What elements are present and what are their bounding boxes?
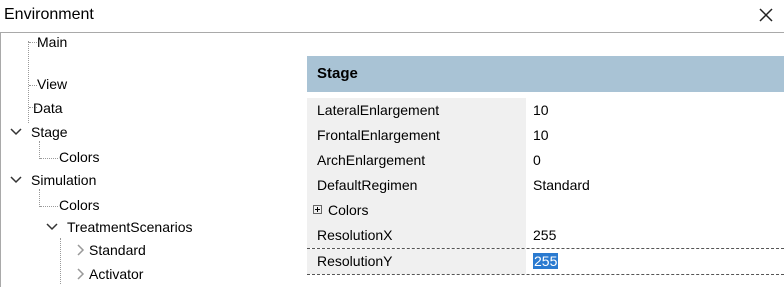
property-row[interactable]: FrontalEnlargement 10 — [307, 123, 784, 148]
expand-icon[interactable] — [313, 205, 322, 214]
tree-item-view[interactable]: View — [37, 76, 67, 92]
property-name: LateralEnlargement — [317, 102, 440, 118]
chevron-right-icon[interactable] — [73, 267, 87, 281]
close-icon[interactable] — [754, 3, 778, 27]
chevron-down-icon[interactable] — [9, 125, 23, 139]
chevron-down-icon[interactable] — [9, 173, 23, 187]
property-value[interactable]: 10 — [533, 102, 549, 118]
property-name: DefaultRegimen — [317, 177, 418, 193]
property-value-input[interactable]: 255 — [533, 253, 559, 269]
section-header: Stage — [307, 56, 784, 92]
property-name: ResolutionY — [317, 253, 393, 269]
property-row-colors[interactable]: Colors — [307, 198, 784, 223]
tree-connector — [40, 158, 58, 159]
tree-connector — [29, 85, 37, 86]
tree-item-stage[interactable]: Stage — [31, 124, 68, 140]
property-row[interactable]: LateralEnlargement 10 — [307, 98, 784, 123]
tree-item-activator[interactable]: Activator — [89, 266, 143, 282]
property-value[interactable]: 0 — [533, 152, 541, 168]
property-name: Colors — [328, 202, 369, 218]
property-row-selected[interactable]: ResolutionY 255 — [307, 249, 784, 275]
tree-item-data[interactable]: Data — [33, 100, 63, 116]
chevron-down-icon[interactable] — [45, 220, 59, 234]
title-bar: Environment — [0, 0, 784, 33]
tree-connector — [40, 206, 58, 207]
tree-connector — [28, 41, 29, 123]
tree-item-simulation-colors[interactable]: Colors — [59, 197, 99, 213]
property-row[interactable]: ArchEnlargement 0 — [307, 148, 784, 173]
section-title: Stage — [317, 65, 358, 82]
tree-item-simulation[interactable]: Simulation — [31, 172, 96, 188]
tree-item-treatment-scenarios[interactable]: TreatmentScenarios — [67, 219, 193, 235]
tree-connector — [60, 238, 61, 284]
property-row[interactable]: DefaultRegimen Standard — [307, 173, 784, 198]
property-name: ResolutionX — [317, 227, 393, 243]
tree-item-main[interactable]: Main — [37, 34, 67, 50]
tree-item-standard[interactable]: Standard — [89, 242, 146, 258]
property-name: ArchEnlargement — [317, 152, 426, 168]
tree-panel: Main View Data Stage Colors Simulation C… — [0, 33, 300, 287]
tree-connector — [39, 141, 40, 159]
tree-connector — [29, 42, 37, 43]
window-title: Environment — [4, 6, 94, 23]
property-row[interactable]: ResolutionX 255 — [307, 223, 784, 249]
tree-item-stage-colors[interactable]: Colors — [59, 149, 99, 165]
property-value[interactable]: 255 — [533, 227, 556, 243]
property-grid: Stage LateralEnlargement 10 FrontalEnlar… — [307, 56, 784, 287]
chevron-right-icon[interactable] — [73, 243, 87, 257]
tree-connector — [39, 189, 40, 207]
property-value[interactable]: Standard — [533, 177, 590, 193]
property-name: FrontalEnlargement — [317, 127, 440, 143]
property-value[interactable]: 10 — [533, 127, 549, 143]
